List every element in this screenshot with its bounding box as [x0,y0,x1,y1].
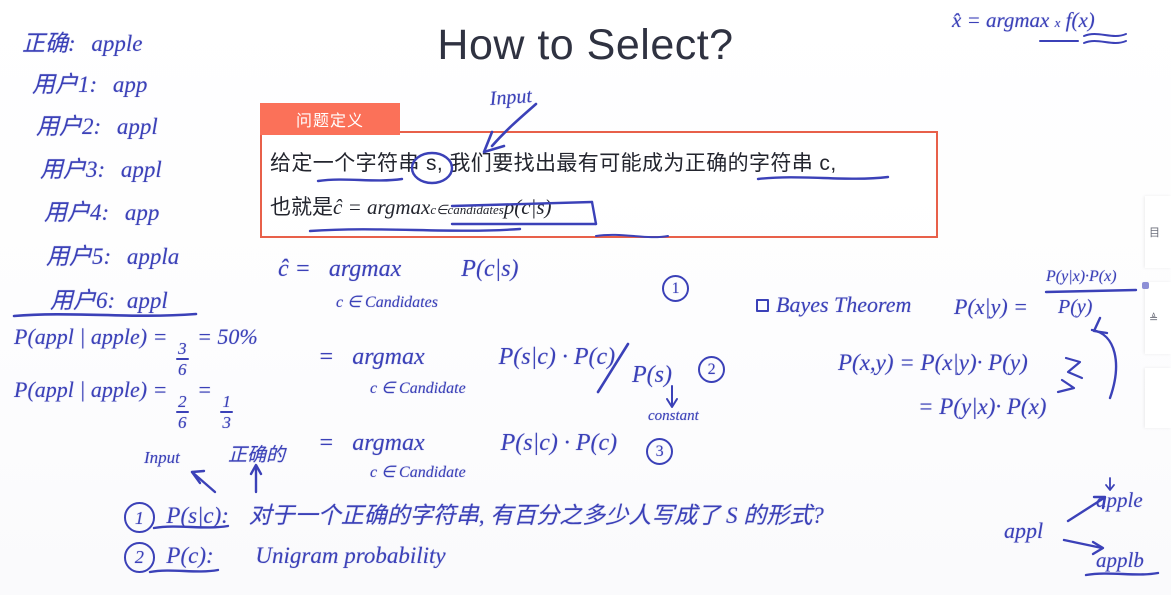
probability-result: = 50% [197,324,258,349]
user-list-value: apple [91,31,143,56]
user-list-value: app [112,72,148,97]
fraction-numerator: 1 [222,391,231,411]
definition-formula-sub: c∈candidates [430,202,504,217]
marker-circle: 3 [646,438,674,466]
marker-circle: 2 [124,542,155,573]
annotation-bayes-numerator: P(y|x)·P(x) [1046,268,1117,285]
top-right-formula-tail: f(x) [1065,8,1095,32]
annotation-user-list: 正确: apple 用户1: app 用户2: appl 用户3: appl 用… [14,24,179,315]
marker-circle: 1 [124,502,155,534]
edge-panel-glyph: ≜ [1149,313,1159,325]
annotation-constant-note: constant [648,408,699,424]
user-list-value: appla [126,244,180,269]
annotation-candidate-target-1: apple [1096,488,1143,512]
user-list-value: appl [120,157,162,182]
derivation-lhs: ĉ = [278,256,311,282]
user-list-label: 用户6: [50,288,116,313]
edge-panel-1[interactable]: 目 [1145,196,1171,268]
probability-fraction: 2 6 [175,391,189,433]
annotation-probability-1: P(appl | apple) = 3 6 = 50% [14,324,258,378]
user-list-label: 正确: [22,31,76,56]
list-item: 用户2: appl [36,107,179,141]
list-item: 用户5: appla [46,237,179,271]
fraction-numerator: 3 [177,338,187,358]
fraction-denominator: 3 [222,413,231,433]
user-list-label: 用户4: [44,200,110,225]
marker-circle: 2 [698,356,726,384]
definition-formula-head: ĉ = argmax [333,195,431,219]
fraction-numerator: 2 [177,391,187,411]
annotation-probability-2: P(appl | apple) = 2 6 = 1 3 [14,377,233,433]
list-item: 用户3: appl [40,150,179,184]
list-item: 用户6: appl [50,281,179,315]
definition-line2-prefix: 也就是 [270,196,333,219]
annotation-derivation-3-marker: 3 [646,438,674,466]
edge-panel-3[interactable] [1145,368,1171,428]
whiteboard-canvas: How to Select? 问题定义 给定一个字符串 s, 我们要找出最有可能… [0,0,1171,595]
annotation-candidate-source: appl [1004,518,1044,543]
annotation-bayes-formula-lhs: P(x|y) = [954,294,1029,319]
list-item: 用户4: app [44,193,179,227]
probability-result-fraction: 1 3 [220,393,233,431]
note-term: P(c): [166,542,214,568]
annotation-bayes-heading: Bayes Theorem [776,292,912,317]
annotation-derivation-2: = argmax P(s|c) · P(c) [318,344,615,371]
note-text: 对于一个正确的字符串, 有百分之多少人写成了 S 的形式? [248,503,824,528]
annotation-derivation-1: ĉ = argmax P(c|s) [278,256,519,283]
marker-circle: 1 [662,275,690,303]
user-list-value: appl [126,288,168,313]
user-list-value: appl [116,114,158,139]
annotation-bottom-note-1: 1 P(s|c): 对于一个正确的字符串, 有百分之多少人写成了 S 的形式? [124,496,824,534]
annotation-input-label: Input [144,448,180,467]
user-list-label: 用户2: [36,114,102,139]
note-term: P(s|c): [166,503,229,528]
annotation-derivation-2-denominator: P(s) [632,362,672,388]
annotation-candidate-target-2: applb [1096,548,1144,572]
derivation-lhs: = [318,344,335,370]
edge-panel-glyph: 目 [1149,227,1160,239]
edge-indicator-dot [1142,282,1149,289]
probability-expression: P(appl | apple) = [14,377,168,402]
annotation-correct-label: 正确的 [228,445,286,466]
fraction-denominator: 6 [177,360,187,380]
problem-definition-block: 问题定义 给定一个字符串 s, 我们要找出最有可能成为正确的字符串 c, 也就是… [260,103,938,238]
annotation-derivation-1-marker: 1 [662,275,690,303]
probability-fraction: 3 6 [175,338,189,380]
annotation-derivation-1-condition: c ∈ Candidates [336,294,438,311]
derivation-operator: argmax [328,256,402,282]
derivation-operator: argmax [352,344,425,370]
derivation-lhs: = [318,430,335,456]
annotation-derivation-2-condition: c ∈ Candidate [370,380,466,397]
annotation-input-callout: Input [489,85,533,110]
annotation-bayes-denominator: P(y) [1058,296,1093,318]
fraction-denominator: 6 [177,413,187,433]
problem-definition-line2: 也就是 ĉ = argmax c∈candidates p(c|s) [270,191,552,221]
note-text: Unigram probability [255,542,446,568]
annotation-derivation-3-condition: c ∈ Candidate [370,464,466,481]
derivation-rhs: P(s|c) · P(c) [498,344,616,370]
user-list-label: 用户1: [32,72,98,97]
problem-definition-line1: 给定一个字符串 s, 我们要找出最有可能成为正确的字符串 c, [270,152,837,175]
problem-definition-tag: 问题定义 [260,103,400,135]
user-list-label: 用户5: [46,244,112,269]
top-right-formula-head: x̂ = argmax [952,8,1050,32]
user-list-label: 用户3: [40,157,106,182]
top-right-formula-sub: x [1054,15,1061,30]
edge-panel-2[interactable]: ≜ [1145,282,1171,354]
annotation-derivation-2-marker: 2 [698,356,726,384]
annotation-derivation-3: = argmax P(s|c) · P(c) [318,430,617,457]
list-item: 正确: apple [22,24,179,58]
user-list-value: app [124,200,160,225]
derivation-rhs: P(s|c) · P(c) [500,430,618,456]
annotation-bottom-note-2: 2 P(c): Unigram probability [124,542,446,573]
definition-formula-tail: p(c|s) [503,195,552,219]
annotation-bayes-joint-2: = P(y|x)· P(x) [918,394,1047,419]
list-item: 用户1: app [32,65,179,99]
annotation-top-right-formula: x̂ = argmax x f(x) [952,8,1095,33]
derivation-operator: argmax [352,430,425,456]
derivation-rhs: P(c|s) [461,256,519,282]
probability-expression: P(appl | apple) = [14,324,168,349]
annotation-bayes-joint-1: P(x,y) = P(x|y)· P(y) [838,350,1028,375]
